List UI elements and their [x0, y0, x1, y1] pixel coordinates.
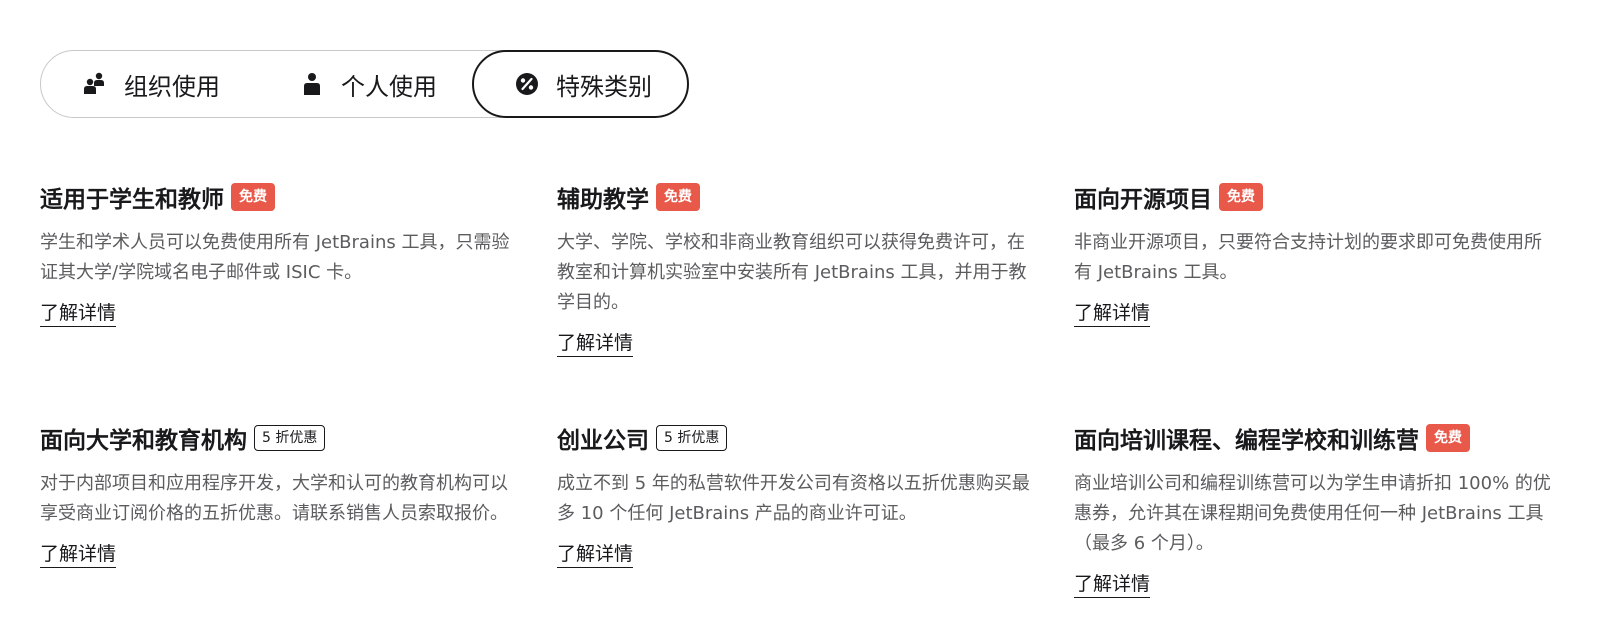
- tab-label: 个人使用: [341, 72, 437, 101]
- offer-card-classroom: 辅助教学 免费 大学、学院、学校和非商业教育组织可以获得免费许可，在教室和计算机…: [557, 180, 1037, 357]
- card-title: 辅助教学: [557, 187, 649, 213]
- card-title: 面向大学和教育机构: [40, 428, 247, 454]
- card-title: 面向培训课程、编程学校和训练营: [1074, 428, 1419, 454]
- pricing-category-tabs: 组织使用 个人使用 特殊类别: [40, 50, 689, 118]
- learn-more-link[interactable]: 了解详情: [40, 300, 117, 327]
- card-description: 学生和学术人员可以免费使用所有 JetBrains 工具，只需验证其大学/学院域…: [40, 232, 510, 283]
- card-description: 非商业开源项目，只要符合支持计划的要求即可免费使用所有 JetBrains 工具…: [1074, 232, 1542, 283]
- free-badge: 免费: [1426, 424, 1470, 452]
- card-title: 创业公司: [557, 428, 649, 454]
- team-icon: [82, 71, 108, 97]
- free-badge: 免费: [231, 183, 275, 211]
- offer-card-students-teachers: 适用于学生和教师 免费 学生和学术人员可以免费使用所有 JetBrains 工具…: [40, 180, 520, 327]
- card-description: 大学、学院、学校和非商业教育组织可以获得免费许可，在教室和计算机实验室中安装所有…: [557, 232, 1027, 313]
- free-badge: 免费: [1219, 183, 1263, 211]
- tab-personal[interactable]: 个人使用: [299, 50, 437, 118]
- tab-label: 特殊类别: [556, 72, 652, 101]
- card-description: 商业培训公司和编程训练营可以为学生申请折扣 100% 的优惠券，允许其在课程期间…: [1074, 473, 1551, 554]
- percent-icon: [514, 71, 540, 97]
- learn-more-link[interactable]: 了解详情: [1074, 571, 1151, 598]
- offer-card-universities: 面向大学和教育机构 5 折优惠 对于内部项目和应用程序开发，大学和认可的教育机构…: [40, 421, 520, 568]
- discount-badge: 5 折优惠: [656, 425, 728, 451]
- person-icon: [299, 71, 325, 97]
- card-title: 面向开源项目: [1074, 187, 1212, 213]
- learn-more-link[interactable]: 了解详情: [40, 541, 117, 568]
- free-badge: 免费: [656, 183, 700, 211]
- learn-more-link[interactable]: 了解详情: [557, 330, 634, 357]
- tab-label: 组织使用: [124, 72, 220, 101]
- card-title: 适用于学生和教师: [40, 187, 224, 213]
- card-description: 对于内部项目和应用程序开发，大学和认可的教育机构可以享受商业订阅价格的五折优惠。…: [40, 473, 508, 524]
- offer-card-startups: 创业公司 5 折优惠 成立不到 5 年的私营软件开发公司有资格以五折优惠购买最多…: [557, 421, 1037, 568]
- tab-organization[interactable]: 组织使用: [82, 50, 220, 118]
- discount-badge: 5 折优惠: [254, 425, 326, 451]
- learn-more-link[interactable]: 了解详情: [557, 541, 634, 568]
- tab-special-categories[interactable]: 特殊类别: [472, 50, 689, 118]
- card-description: 成立不到 5 年的私营软件开发公司有资格以五折优惠购买最多 10 个任何 Jet…: [557, 473, 1030, 524]
- learn-more-link[interactable]: 了解详情: [1074, 300, 1151, 327]
- offer-card-open-source: 面向开源项目 免费 非商业开源项目，只要符合支持计划的要求即可免费使用所有 Je…: [1074, 180, 1554, 327]
- offer-card-bootcamps: 面向培训课程、编程学校和训练营 免费 商业培训公司和编程训练营可以为学生申请折扣…: [1074, 421, 1554, 598]
